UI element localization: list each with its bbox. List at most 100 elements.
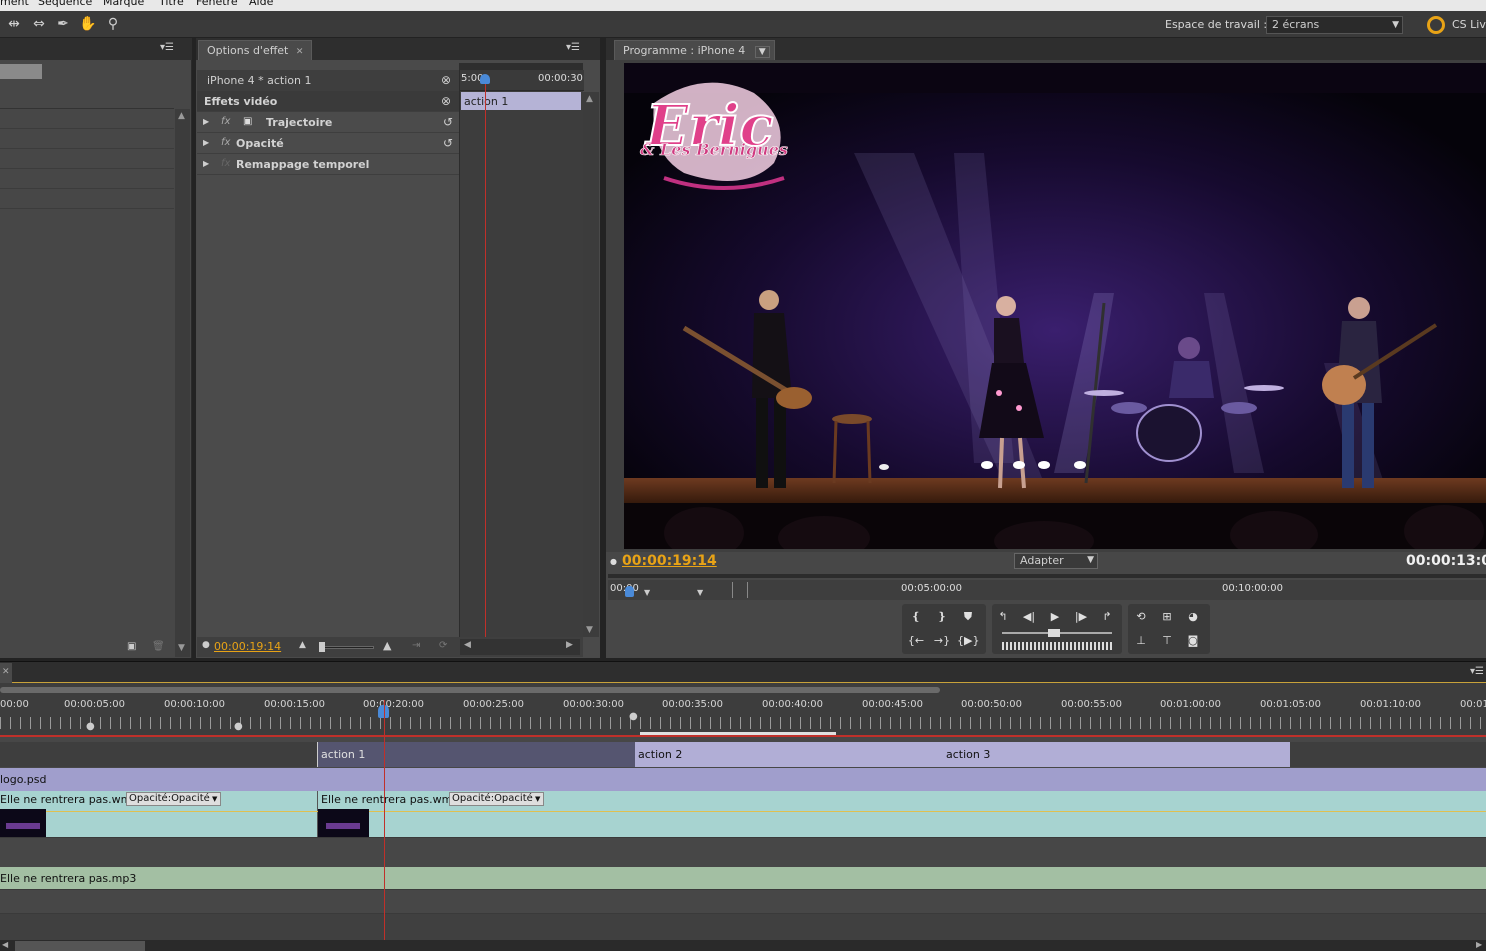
export-frame-icon[interactable]: ◙ — [1182, 631, 1204, 651]
logo-track[interactable]: logo.psd — [0, 768, 1486, 791]
panel-menu-icon[interactable]: ▾☰ — [160, 42, 174, 53]
work-area-bracket[interactable] — [732, 582, 748, 598]
tab-effect-options[interactable]: Options d'effet ✕ — [198, 40, 313, 60]
timeline-scrollbar[interactable]: ◀ ▶ — [0, 940, 1486, 951]
ripple-edit-icon[interactable]: ⇹ — [4, 14, 24, 34]
timeline-ruler[interactable]: 00:00 00:00:05:00 00:00:10:00 00:00:15:0… — [0, 683, 1486, 737]
lift-icon[interactable]: ⊥ — [1130, 631, 1152, 651]
menu-item-window[interactable]: Fenêtre — [196, 0, 238, 8]
reset-icon[interactable]: ↺ — [443, 115, 453, 129]
menu-item-edit[interactable]: ment — [0, 0, 29, 8]
safe-margins-icon[interactable]: ⊞ — [1156, 607, 1178, 627]
nested-clip-action-3[interactable]: action 3 — [943, 742, 1290, 767]
program-current-time[interactable]: 00:00:19:14 — [622, 553, 717, 569]
program-ruler[interactable]: 00:00 00:05:00:00 00:10:00:00 ▼ ▼ — [608, 580, 1486, 600]
mark-out-icon[interactable]: ❵ — [931, 607, 953, 627]
list-item[interactable] — [0, 149, 174, 169]
expand-triangle-icon[interactable]: ▶ — [203, 138, 209, 147]
hand-icon[interactable]: ✋ — [78, 14, 98, 34]
play-in-to-out-icon[interactable]: {▶} — [957, 631, 979, 651]
effect-clip-bar[interactable]: action 1 — [461, 92, 581, 110]
menu-item-title[interactable]: Titre — [159, 0, 184, 8]
mark-in-icon[interactable]: ❴ — [905, 607, 927, 627]
cs-live-label[interactable]: CS Live — [1452, 18, 1486, 31]
list-item[interactable] — [0, 189, 174, 209]
nested-clip-action-2[interactable]: action 2 — [635, 742, 943, 767]
effect-row-opacity[interactable]: ▶ fx Opacité ↺ — [197, 133, 459, 154]
effect-nav-icon[interactable]: ⇥ — [412, 640, 420, 651]
motion-transform-icon[interactable]: ▣ — [243, 116, 252, 127]
scroll-left-icon[interactable]: ◀ — [2, 940, 8, 949]
program-video-frame[interactable]: Eric & Les Bernigues — [624, 63, 1486, 549]
timeline-playhead[interactable] — [384, 700, 385, 940]
effect-loop-icon[interactable]: ⟳ — [439, 640, 447, 651]
panel-menu-icon[interactable]: ▾☰ — [1470, 666, 1484, 677]
opacity-dropdown[interactable]: Opacité:Opacité ▼ — [126, 792, 221, 806]
effect-scrollbar[interactable]: ▲ ▼ — [583, 92, 599, 637]
scroll-right-icon[interactable]: ▶ — [566, 640, 573, 650]
expand-triangle-icon[interactable]: ▶ — [203, 117, 209, 126]
marker-icon[interactable]: ● — [234, 721, 243, 732]
fx-toggle-icon[interactable]: fx — [221, 137, 230, 148]
menu-item-sequence[interactable]: Séquence — [38, 0, 92, 8]
effect-playhead-handle[interactable] — [480, 74, 490, 84]
video-clip[interactable]: Elle ne rentrera pas.wmv Opacité:Opacité… — [318, 791, 1486, 837]
scroll-right-icon[interactable]: ▶ — [1476, 940, 1482, 949]
pen-icon[interactable]: ✒ — [53, 14, 73, 34]
nested-clip-action-1[interactable]: action 1 — [317, 742, 635, 767]
effect-timeline[interactable]: 5:00 00:00:30 — [459, 70, 584, 637]
timeline-zoom-bar[interactable] — [0, 687, 940, 693]
jog-wheel[interactable] — [1002, 642, 1112, 650]
in-point-icon[interactable]: ▼ — [697, 588, 703, 597]
list-item[interactable] — [0, 109, 174, 129]
effect-row-time-remapping[interactable]: ▶ fx Remappage temporel — [197, 154, 459, 175]
list-item[interactable] — [0, 129, 174, 149]
fx-toggle-icon[interactable]: fx — [221, 116, 230, 127]
scroll-down-icon[interactable]: ▼ — [178, 643, 185, 653]
marker-icon[interactable]: ● — [629, 711, 638, 722]
work-area-bar[interactable] — [640, 732, 836, 735]
go-to-out-icon[interactable]: →} — [931, 631, 953, 651]
effect-timecode[interactable]: 00:00:19:14 — [214, 640, 281, 653]
previous-marker-icon[interactable]: ↰ — [992, 607, 1014, 627]
marker-icon[interactable]: ● — [86, 721, 95, 732]
forward-icon[interactable]: ⊗ — [441, 73, 451, 87]
program-zoom-bar[interactable] — [608, 574, 1486, 578]
reset-icon[interactable]: ↺ — [443, 136, 453, 150]
loop-icon[interactable]: ⟲ — [1130, 607, 1152, 627]
menu-item-marker[interactable]: Marque — [103, 0, 144, 8]
opacity-dropdown[interactable]: Opacité:Opacité ▼ — [449, 792, 544, 806]
shuttle-handle[interactable] — [1048, 629, 1060, 637]
video-clip[interactable]: Elle ne rentrera pas.wmv Opacité:Opacité… — [0, 791, 318, 837]
scroll-up-icon[interactable]: ▲ — [178, 111, 185, 121]
zoom-in-icon[interactable]: ▲ — [383, 639, 391, 652]
extract-icon[interactable]: ⊤ — [1156, 631, 1178, 651]
scroll-down-icon[interactable]: ▼ — [586, 625, 593, 635]
audio-track[interactable]: Elle ne rentrera pas.mp3 — [0, 867, 1486, 889]
new-item-icon[interactable]: ▣ — [127, 641, 136, 652]
effect-timeline-ruler[interactable]: 5:00 00:00:30 — [460, 70, 584, 91]
panel-menu-icon[interactable]: ▾☰ — [566, 42, 580, 53]
scroll-up-icon[interactable]: ▲ — [586, 94, 593, 104]
effect-zoom-slider[interactable] — [319, 646, 374, 649]
project-thumbnail[interactable] — [0, 64, 42, 79]
go-to-in-icon[interactable]: {← — [905, 631, 927, 651]
marker-icon[interactable]: ▼ — [644, 588, 650, 597]
step-back-icon[interactable]: ◀| — [1018, 607, 1040, 627]
zoom-icon[interactable]: ⚲ — [103, 14, 123, 34]
workspace-select[interactable]: 2 écrans ▼ — [1266, 16, 1403, 34]
cs-live-icon[interactable] — [1427, 16, 1445, 34]
output-icon[interactable]: ◕ — [1182, 607, 1204, 627]
collapse-icon[interactable]: ⊗ — [441, 94, 451, 108]
close-icon[interactable]: ✕ — [0, 663, 12, 683]
scroll-left-icon[interactable]: ◀ — [464, 640, 471, 650]
effect-row-motion[interactable]: ▶ fx ▣ Trajectoire ↺ — [197, 112, 459, 133]
close-icon[interactable]: ✕ — [296, 47, 304, 57]
next-marker-icon[interactable]: ↱ — [1096, 607, 1118, 627]
play-icon[interactable]: ▶ — [1044, 607, 1066, 627]
zoom-out-icon[interactable]: ▲ — [299, 640, 306, 650]
effect-h-scrollbar[interactable]: ◀ ▶ — [460, 639, 580, 655]
set-marker-icon[interactable]: ⛊ — [957, 607, 979, 627]
project-scrollbar[interactable]: ▲ ▼ — [175, 109, 190, 657]
tab-program[interactable]: Programme : iPhone 4 ▼ — [614, 40, 775, 60]
